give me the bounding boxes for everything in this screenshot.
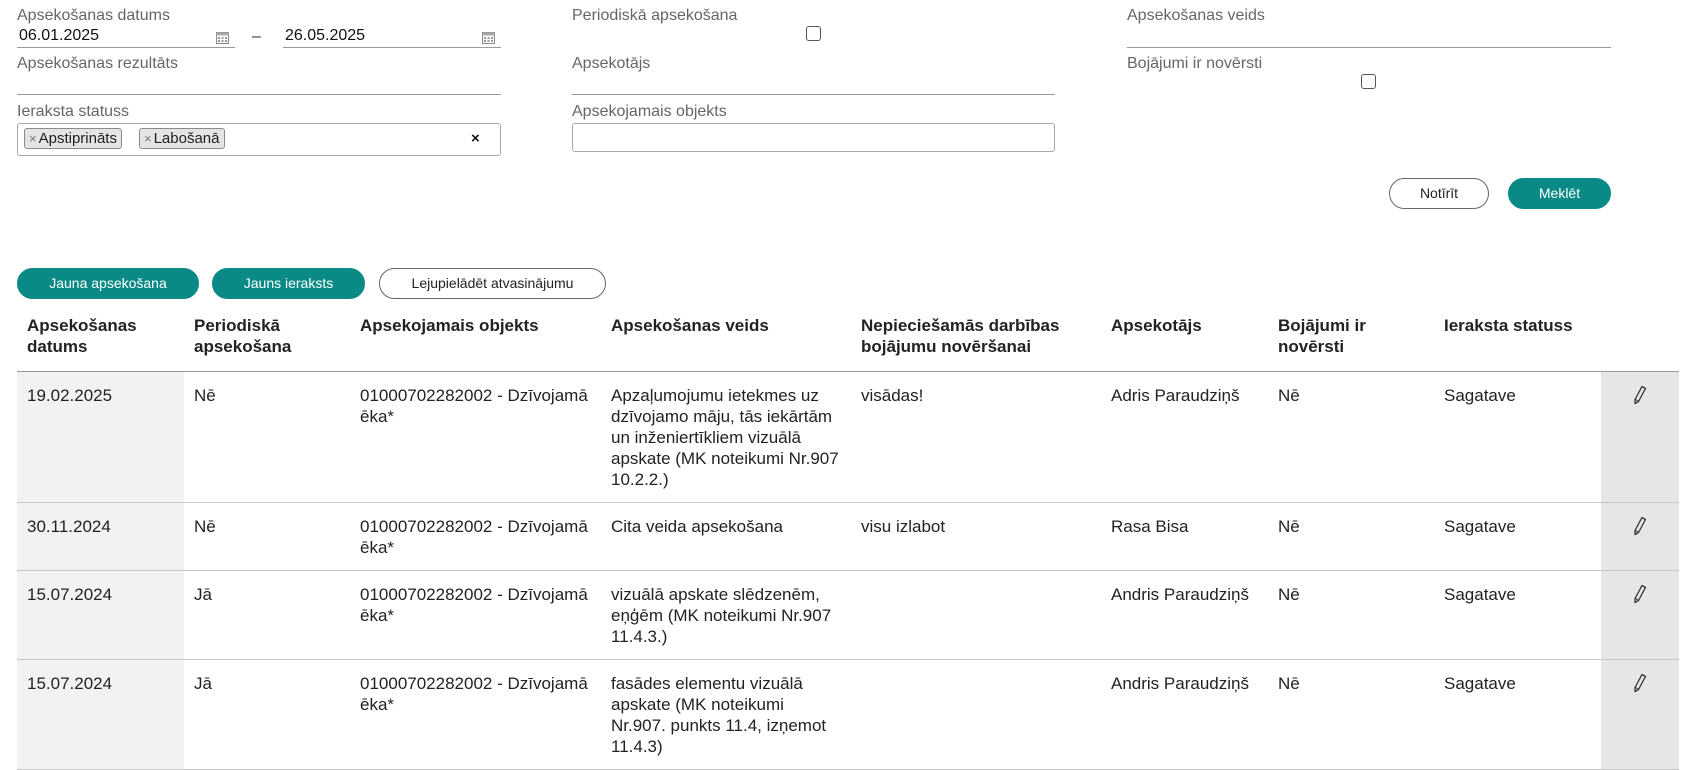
pencil-icon[interactable] bbox=[1633, 673, 1647, 693]
pencil-icon[interactable] bbox=[1633, 385, 1647, 405]
cell-status: Sagatave bbox=[1434, 570, 1601, 660]
result-input[interactable] bbox=[17, 73, 501, 95]
table-row[interactable]: 15.07.2024 Jā 01000702282002 - Dzīvojamā… bbox=[17, 659, 1679, 770]
cell-date: 19.02.2025 bbox=[17, 371, 184, 503]
calendar-icon[interactable] bbox=[482, 31, 495, 44]
cell-periodic: Jā bbox=[184, 659, 350, 770]
date-to-value: 26.05.2025 bbox=[285, 27, 366, 44]
clear-button[interactable]: Notīrīt bbox=[1389, 178, 1489, 209]
result-label: Apsekošanas rezultāts bbox=[17, 55, 178, 72]
cell-periodic: Jā bbox=[184, 570, 350, 660]
date-to-input[interactable]: 26.05.2025 bbox=[283, 26, 501, 48]
cell-date: 15.07.2024 bbox=[17, 570, 184, 660]
cell-date: 30.11.2024 bbox=[17, 502, 184, 571]
column-header-object[interactable]: Apsekojamais objekts bbox=[350, 305, 601, 372]
damage-checkbox[interactable] bbox=[1361, 74, 1376, 89]
table-row[interactable]: 30.11.2024 Nē 01000702282002 - Dzīvojamā… bbox=[17, 502, 1679, 571]
cell-damage-fixed: Nē bbox=[1268, 502, 1434, 571]
status-multiselect[interactable]: × Apstiprināts × Labošanā × bbox=[17, 123, 501, 156]
cell-damage-fixed: Nē bbox=[1268, 659, 1434, 770]
cell-status: Sagatave bbox=[1434, 659, 1601, 770]
column-header-type[interactable]: Apsekošanas veids bbox=[601, 305, 851, 372]
cell-damage-fixed: Nē bbox=[1268, 371, 1434, 503]
cell-date: 15.07.2024 bbox=[17, 659, 184, 770]
status-tag-label: Apstiprināts bbox=[38, 130, 117, 147]
cell-periodic: Nē bbox=[184, 502, 350, 571]
status-tag-label: Labošanā bbox=[153, 130, 220, 147]
column-header-status[interactable]: Ieraksta statuss bbox=[1434, 305, 1601, 372]
column-header-actions-needed[interactable]: Nepieciešamās darbības bojājumu novēršan… bbox=[851, 305, 1101, 372]
table-header-row: Apsekošanas datums Periodiskā apsekošana… bbox=[17, 305, 1679, 372]
periodic-checkbox[interactable] bbox=[806, 26, 821, 41]
search-button[interactable]: Meklēt bbox=[1508, 178, 1611, 209]
cell-type: fasādes elementu vizuālā apskate (MK not… bbox=[601, 659, 851, 770]
object-label: Apsekojamais objekts bbox=[572, 103, 727, 120]
cell-edit bbox=[1601, 570, 1679, 660]
inspector-label: Apsekotājs bbox=[572, 55, 651, 72]
cell-inspector: Andris Paraudziņš bbox=[1101, 570, 1268, 660]
cell-edit bbox=[1601, 659, 1679, 770]
type-label: Apsekošanas veids bbox=[1127, 7, 1265, 24]
calendar-icon[interactable] bbox=[216, 31, 229, 44]
cell-status: Sagatave bbox=[1434, 502, 1601, 571]
column-header-inspector[interactable]: Apsekotājs bbox=[1101, 305, 1268, 372]
status-tag[interactable]: × Apstiprināts bbox=[24, 128, 122, 149]
table-row[interactable]: 15.07.2024 Jā 01000702282002 - Dzīvojamā… bbox=[17, 570, 1679, 660]
cell-actions-needed bbox=[851, 659, 1101, 770]
date-separator: – bbox=[252, 28, 261, 45]
status-label: Ieraksta statuss bbox=[17, 103, 130, 120]
inspector-input[interactable] bbox=[572, 73, 1055, 95]
cell-type: Cita veida apsekošana bbox=[601, 502, 851, 571]
column-header-date[interactable]: Apsekošanas datums bbox=[17, 305, 184, 372]
cell-periodic: Nē bbox=[184, 371, 350, 503]
download-extract-button[interactable]: Lejupielādēt atvasinājumu bbox=[379, 268, 606, 299]
column-header-damage-fixed[interactable]: Bojājumi ir novērsti bbox=[1268, 305, 1434, 372]
cell-inspector: Rasa Bisa bbox=[1101, 502, 1268, 571]
cell-actions-needed: visu izlabot bbox=[851, 502, 1101, 571]
new-inspection-button[interactable]: Jauna apsekošana bbox=[17, 268, 199, 299]
close-icon[interactable]: × bbox=[29, 131, 37, 146]
close-icon[interactable]: × bbox=[144, 131, 152, 146]
cell-actions-needed bbox=[851, 570, 1101, 660]
date-from-input[interactable]: 06.01.2025 bbox=[17, 26, 235, 48]
cell-object: 01000702282002 - Dzīvojamā ēka* bbox=[350, 371, 601, 503]
new-record-button[interactable]: Jauns ieraksts bbox=[212, 268, 365, 299]
filter-panel: Apsekošanas datums 06.01.2025 – 26.05.20… bbox=[0, 0, 1693, 220]
cell-object: 01000702282002 - Dzīvojamā ēka* bbox=[350, 659, 601, 770]
cell-damage-fixed: Nē bbox=[1268, 570, 1434, 660]
column-header-periodic[interactable]: Periodiskā apsekošana bbox=[184, 305, 350, 372]
clear-selection-icon[interactable]: × bbox=[471, 130, 480, 147]
cell-actions-needed: visādas! bbox=[851, 371, 1101, 503]
cell-inspector: Andris Paraudziņš bbox=[1101, 659, 1268, 770]
table-row[interactable]: 19.02.2025 Nē 01000702282002 - Dzīvojamā… bbox=[17, 371, 1679, 503]
date-from-value: 06.01.2025 bbox=[19, 27, 100, 44]
cell-type: vizuālā apskate slēdzenēm, eņģēm (MK not… bbox=[601, 570, 851, 660]
cell-inspector: Adris Paraudziņš bbox=[1101, 371, 1268, 503]
inspections-table: Apsekošanas datums Periodiskā apsekošana… bbox=[17, 305, 1679, 770]
pencil-icon[interactable] bbox=[1633, 516, 1647, 536]
cell-edit bbox=[1601, 502, 1679, 571]
pencil-icon[interactable] bbox=[1633, 584, 1647, 604]
type-input[interactable] bbox=[1127, 26, 1611, 48]
cell-status: Sagatave bbox=[1434, 371, 1601, 503]
object-input[interactable] bbox=[572, 123, 1055, 152]
date-label: Apsekošanas datums bbox=[17, 7, 170, 24]
status-tag[interactable]: × Labošanā bbox=[139, 128, 225, 149]
damage-label: Bojājumi ir novērsti bbox=[1127, 55, 1263, 72]
cell-object: 01000702282002 - Dzīvojamā ēka* bbox=[350, 502, 601, 571]
cell-edit bbox=[1601, 371, 1679, 503]
periodic-label: Periodiskā apsekošana bbox=[572, 7, 738, 24]
cell-type: Apzaļumojumu ietekmes uz dzīvojamo māju,… bbox=[601, 371, 851, 503]
column-header-edit bbox=[1601, 305, 1679, 372]
cell-object: 01000702282002 - Dzīvojamā ēka* bbox=[350, 570, 601, 660]
